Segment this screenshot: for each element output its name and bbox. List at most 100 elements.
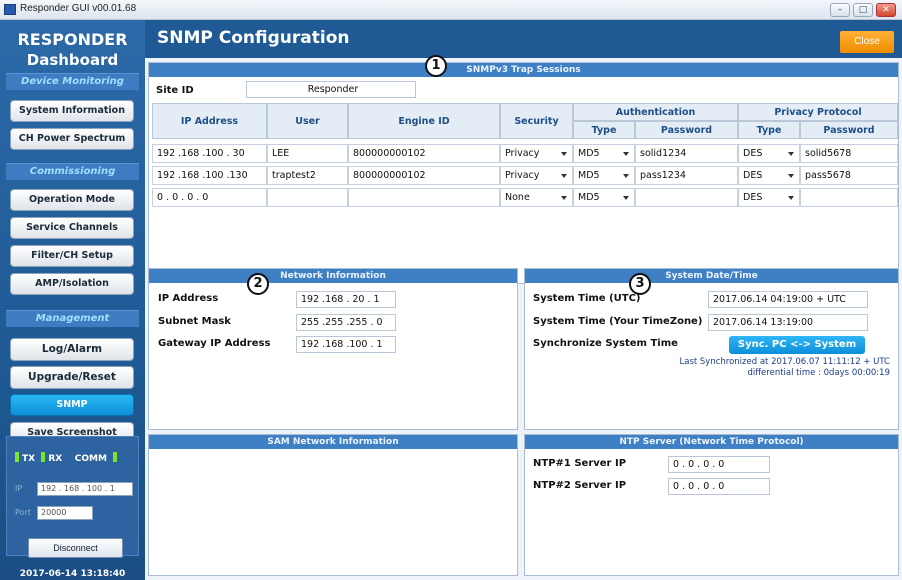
sidebar-item-filter-ch-setup[interactable]: Filter/CH Setup [10, 245, 134, 267]
panel-title: SAM Network Information [149, 435, 517, 449]
col-privacy-protocol: Privacy Protocol [738, 103, 898, 121]
sidebar-item-ch-power-spectrum[interactable]: CH Power Spectrum [10, 128, 134, 150]
panel-title: SNMPv3 Trap Sessions [149, 63, 898, 77]
row3-priv-password-input[interactable] [800, 188, 898, 207]
dropdown-arrow-icon [788, 196, 794, 200]
tx-led-icon [15, 452, 19, 462]
minimize-button[interactable]: – [830, 3, 850, 17]
dropdown-arrow-icon [623, 196, 629, 200]
section-device-monitoring: Device Monitoring [6, 73, 139, 90]
col-authentication: Authentication [573, 103, 738, 121]
row3-ip-input[interactable]: 0 . 0 . 0 . 0 [152, 188, 267, 207]
ntp2-server-ip-input[interactable]: 0 . 0 . 0 . 0 [668, 478, 770, 495]
row3-auth-password-input[interactable] [635, 188, 738, 207]
row1-priv-password-input[interactable]: solid5678 [800, 144, 898, 163]
disconnect-button[interactable]: Disconnect [28, 538, 123, 558]
marker-two: 2 [247, 273, 269, 295]
ntp1-server-ip-label: NTP#1 Server IP [533, 458, 627, 469]
window-close-button[interactable]: ✕ [876, 3, 896, 17]
row2-auth-type-value: MD5 [578, 170, 600, 181]
sidebar-item-operation-mode[interactable]: Operation Mode [10, 189, 134, 211]
row3-auth-type-value: MD5 [578, 192, 600, 203]
site-id-input[interactable]: Responder [246, 81, 416, 98]
dropdown-arrow-icon [561, 152, 567, 156]
col-user: User [267, 103, 348, 139]
row3-auth-type-select[interactable]: MD5 [573, 188, 635, 207]
dropdown-arrow-icon [788, 152, 794, 156]
window-title: Responder GUI v00.01.68 [20, 3, 137, 14]
col-priv-type: Type [738, 121, 800, 139]
snmpv3-trap-sessions-panel: SNMPv3 Trap Sessions Site ID Responder I… [148, 62, 899, 284]
row1-auth-type-select[interactable]: MD5 [573, 144, 635, 163]
row2-auth-type-select[interactable]: MD5 [573, 166, 635, 185]
col-ip-address: IP Address [152, 103, 267, 139]
col-security: Security [500, 103, 573, 139]
system-time-local-label: System Time (Your TimeZone) [533, 316, 703, 327]
col-priv-password: Password [800, 121, 898, 139]
gateway-ip-input[interactable]: 192 .168 .100 . 1 [296, 336, 396, 353]
network-information-panel: Network Information IP Address 192 .168 … [148, 268, 518, 430]
subnet-mask-label: Subnet Mask [158, 316, 231, 327]
sidebar-item-upgrade-reset[interactable]: Upgrade/Reset [10, 366, 134, 389]
panel-title: System Date/Time [525, 269, 898, 283]
ip-address-input[interactable]: 192 .168 . 20 . 1 [296, 291, 396, 308]
brand-subtitle: Dashboard [26, 51, 119, 69]
main-content: SNMP Configuration Close SNMPv3 Trap Ses… [145, 20, 902, 580]
row2-priv-type-select[interactable]: DES [738, 166, 800, 185]
page-title: SNMP Configuration [157, 28, 350, 48]
dropdown-arrow-icon [561, 174, 567, 178]
sidebar-item-service-channels[interactable]: Service Channels [10, 217, 134, 239]
app-icon [4, 4, 16, 15]
ntp1-server-ip-input[interactable]: 0 . 0 . 0 . 0 [668, 456, 770, 473]
sidebar-item-system-information[interactable]: System Information [10, 100, 134, 122]
dropdown-arrow-icon [623, 174, 629, 178]
subnet-mask-input[interactable]: 255 .255 .255 . 0 [296, 314, 396, 331]
system-datetime-panel: System Date/Time System Time (UTC) 2017.… [524, 268, 899, 430]
row2-user-input[interactable]: traptest2 [267, 166, 348, 185]
sync-system-time-label: Synchronize System Time [533, 338, 678, 349]
row1-auth-password-input[interactable]: solid1234 [635, 144, 738, 163]
ip-label: IP [15, 484, 23, 493]
sidebar-item-snmp[interactable]: SNMP [10, 394, 134, 416]
section-management: Management [6, 310, 139, 327]
system-time-utc-label: System Time (UTC) [533, 293, 641, 304]
col-engine-id: Engine ID [348, 103, 500, 139]
col-auth-type: Type [573, 121, 635, 139]
sidebar-item-amp-isolation[interactable]: AMP/Isolation [10, 273, 134, 295]
section-commissioning: Commissioning [6, 163, 139, 180]
sidebar-item-log-alarm[interactable]: Log/Alarm [10, 338, 134, 361]
brand-title: RESPONDER [17, 30, 128, 49]
row2-ip-input[interactable]: 192 .168 .100 .130 [152, 166, 267, 185]
comm-led-icon [113, 452, 118, 462]
dropdown-arrow-icon [561, 196, 567, 200]
row3-user-input[interactable] [267, 188, 348, 207]
row3-priv-type-select[interactable]: DES [738, 188, 800, 207]
connection-ip-field[interactable]: 192 . 168 . 100 . 1 [37, 482, 133, 496]
row1-priv-type-value: DES [743, 148, 763, 159]
row3-security-select[interactable]: None [500, 188, 573, 207]
sidebar-datetime: 2017-06-14 13:18:40 [19, 569, 126, 579]
row2-priv-password-input[interactable]: pass5678 [800, 166, 898, 185]
maximize-button[interactable]: □ [853, 3, 873, 17]
row1-engine-input[interactable]: 800000000102 [348, 144, 500, 163]
row2-security-select[interactable]: Privacy [500, 166, 573, 185]
row1-priv-type-select[interactable]: DES [738, 144, 800, 163]
row2-auth-password-input[interactable]: pass1234 [635, 166, 738, 185]
panel-title: Network Information [149, 269, 517, 283]
sync-pc-system-button[interactable]: Sync. PC <-> System [729, 336, 865, 354]
rx-led-icon [41, 452, 46, 462]
gateway-ip-label: Gateway IP Address [158, 338, 271, 349]
row1-user-input[interactable]: LEE [267, 144, 348, 163]
close-button[interactable]: Close [840, 31, 894, 53]
system-time-utc-value: 2017.06.14 04:19:00 + UTC [708, 291, 868, 308]
differential-time-text: differential time : 0days 00:00:19 [747, 368, 890, 378]
connection-port-field[interactable]: 20000 [37, 506, 93, 520]
row2-engine-input[interactable]: 800000000102 [348, 166, 500, 185]
col-auth-password: Password [635, 121, 738, 139]
row3-engine-input[interactable] [348, 188, 500, 207]
tx-label: TX [22, 454, 36, 464]
marker-three: 3 [629, 273, 651, 295]
row1-security-select[interactable]: Privacy [500, 144, 573, 163]
row2-security-value: Privacy [505, 170, 540, 181]
row1-ip-input[interactable]: 192 .168 .100 . 30 [152, 144, 267, 163]
